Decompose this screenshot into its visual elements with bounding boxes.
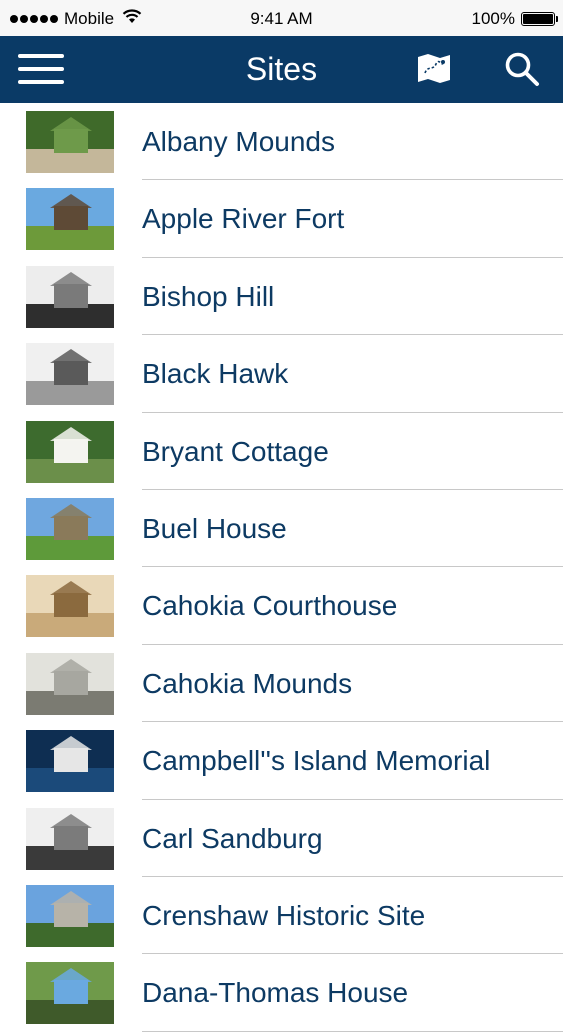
battery-percent: 100% [471,9,515,28]
site-thumbnail [26,265,114,328]
site-name: Black Hawk [142,358,289,390]
site-name: Cahokia Mounds [142,667,353,699]
navigation-bar: Sites [0,36,563,103]
hamburger-menu-icon[interactable] [18,54,64,86]
list-item[interactable]: Black Hawk [0,335,563,413]
search-icon[interactable] [503,50,541,88]
list-item[interactable]: Dana-Thomas House [0,954,563,1032]
site-thumbnail [26,575,114,638]
site-thumbnail [26,188,114,251]
battery-status: 100% [471,9,558,29]
list-item[interactable]: Buel House [0,490,563,568]
status-bar: Mobile 9:41 AM 100% [0,0,563,36]
list-item[interactable]: Crenshaw Historic Site [0,877,563,955]
list-item[interactable]: Albany Mounds [0,103,563,181]
list-item[interactable]: Bryant Cottage [0,413,563,490]
site-name: Bishop Hill [142,280,275,312]
site-thumbnail [26,652,114,715]
list-item[interactable]: Carl Sandburg [0,800,563,877]
sites-list: Albany Mounds Apple River Fort Bishop Hill… [0,103,563,1032]
site-thumbnail [26,497,114,560]
battery-icon [521,12,558,26]
site-thumbnail [26,111,114,173]
site-name: Buel House [142,512,287,544]
site-thumbnail [26,730,114,793]
site-name: Bryant Cottage [142,435,329,467]
list-item[interactable]: Cahokia Courthouse [0,567,563,645]
page-title: Sites [245,51,318,87]
site-name: Carl Sandburg [142,822,323,854]
site-name: Cahokia Courthouse [142,590,398,622]
site-thumbnail [26,884,114,947]
site-thumbnail [26,420,114,483]
list-item[interactable]: Campbell''s Island Memorial [0,722,563,800]
site-name: Campbell''s Island Memorial [142,745,491,777]
site-name: Albany Mounds [142,126,336,157]
site-name: Apple River Fort [142,203,345,235]
site-name: Dana-Thomas House [142,977,409,1009]
site-name: Crenshaw Historic Site [142,899,426,931]
site-thumbnail [26,343,114,406]
list-item[interactable]: Cahokia Mounds [0,645,563,723]
site-thumbnail [26,807,114,870]
map-icon[interactable] [416,51,452,87]
site-thumbnail [26,962,114,1025]
list-item[interactable]: Bishop Hill [0,258,563,336]
list-item[interactable]: Apple River Fort [0,180,563,258]
